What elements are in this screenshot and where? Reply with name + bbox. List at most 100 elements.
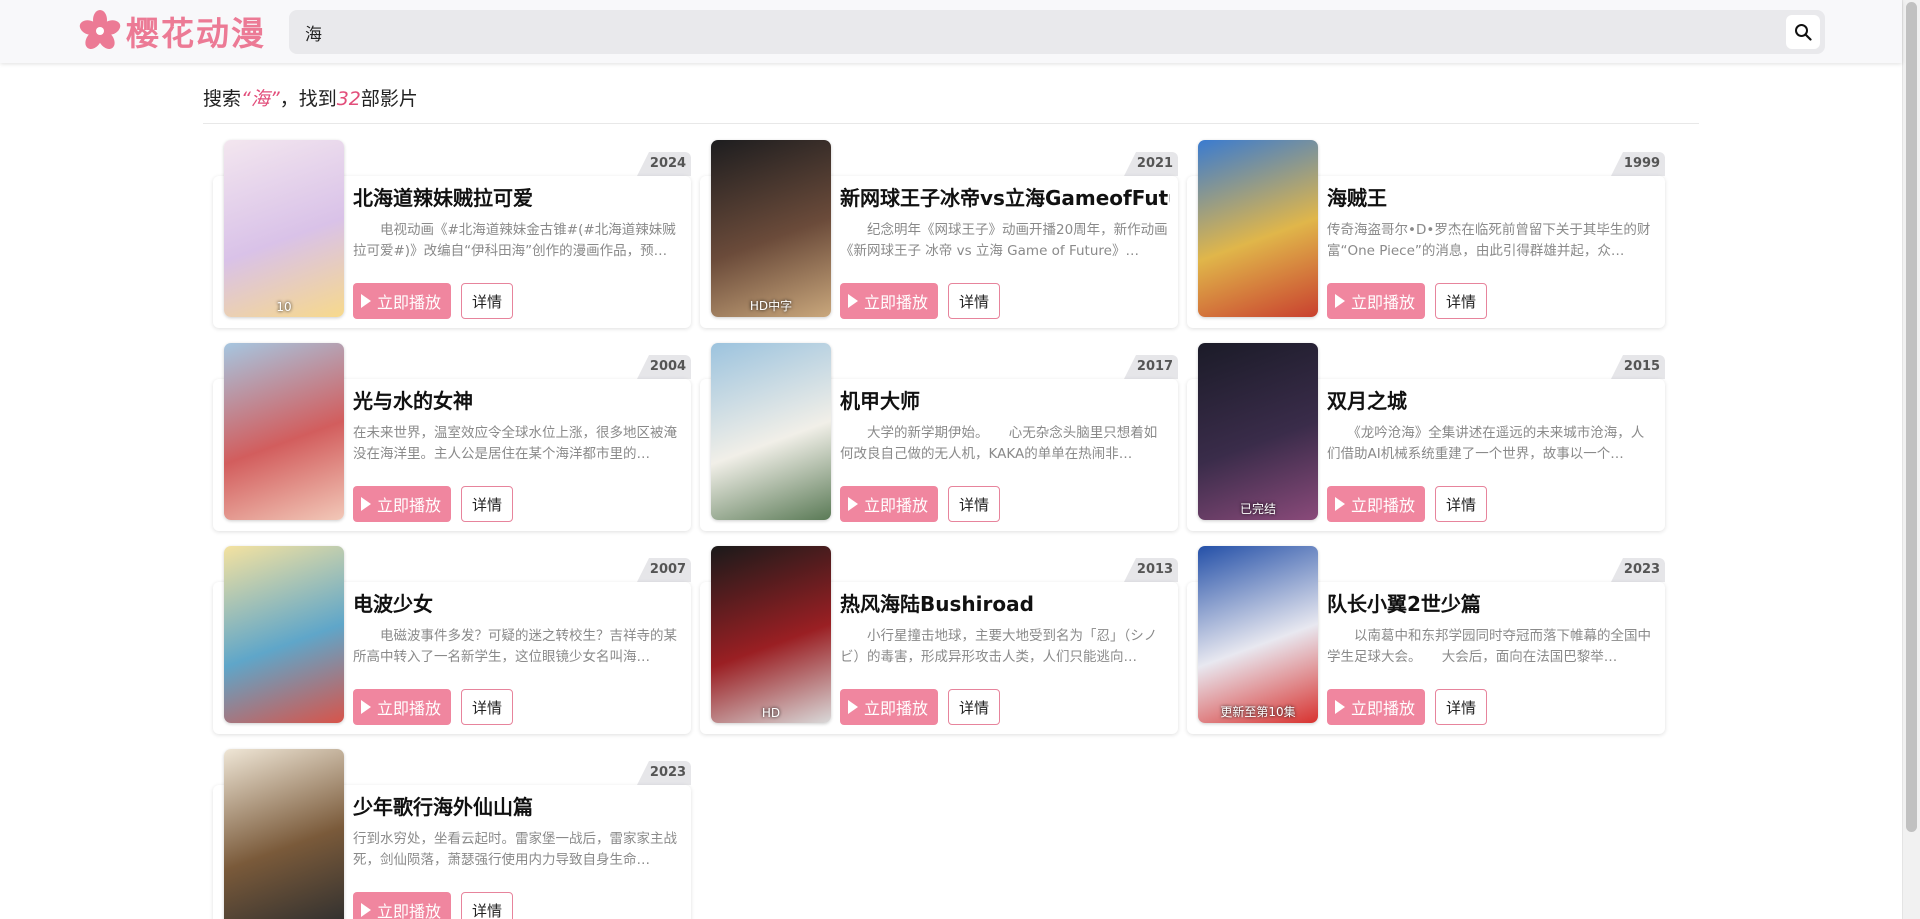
anime-description: 以南葛中和东邦学园同时夺冠而落下帷幕的全国中学生足球大会。 大会后，面向在法国巴… <box>1327 628 1651 665</box>
detail-label: 详情 <box>1446 495 1477 514</box>
anime-description: 行到水穷处，坐看云起时。雷家堡一战后，雷家家主战死，剑仙陨落，萧瑟强行使用内力导… <box>353 831 677 868</box>
play-now-button[interactable]: 立即播放 <box>353 283 452 319</box>
play-label: 立即播放 <box>377 496 442 515</box>
anime-description: 电视动画《#北海道辣妹金古锥#(#北海道辣妹贼拉可爱#)》改编自“伊科田海”创作… <box>353 222 676 259</box>
search-bar <box>289 10 1825 54</box>
card-actions: 立即播放 详情 <box>1327 689 1488 725</box>
detail-button[interactable]: 详情 <box>948 486 1001 522</box>
play-icon <box>361 903 371 917</box>
play-icon <box>1335 497 1345 511</box>
site-logo[interactable]: 樱花动漫 <box>78 9 266 53</box>
anime-card: 2004 光与水的女神 在未来世界，温室效应令全球水位上涨，很多地区被淹没在海洋… <box>213 340 691 543</box>
scrollbar[interactable] <box>1902 0 1920 919</box>
result-prefix: 搜索 <box>203 88 242 110</box>
year-badge: 2023 <box>637 761 691 785</box>
play-icon <box>361 294 371 308</box>
card-info: 队长小翼2世少篇 以南葛中和东邦学园同时夺冠而落下帷幕的全国中学生足球大会。 大… <box>1327 589 1657 668</box>
year-badge: 2024 <box>637 152 691 176</box>
play-now-button[interactable]: 立即播放 <box>353 689 452 725</box>
card-info: 热风海陆Bushiroad 小行星撞击地球，主要大地受到名为「忍」（シノビ）的毒… <box>840 589 1170 668</box>
card-info: 光与水的女神 在未来世界，温室效应令全球水位上涨，很多地区被淹没在海洋里。主人公… <box>353 386 683 465</box>
anime-description: 纪念明年《网球王子》动画开播20周年，新作动画《新网球王子 冰帝 vs 立海 G… <box>840 222 1168 259</box>
anime-title[interactable]: 双月之城 <box>1327 386 1657 416</box>
poster-image[interactable] <box>224 546 344 723</box>
poster-label: 已完结 <box>1239 502 1276 516</box>
play-now-button[interactable]: 立即播放 <box>353 892 452 919</box>
detail-label: 详情 <box>1446 292 1477 311</box>
scrollbar-thumb[interactable] <box>1906 2 1917 832</box>
anime-description: 在未来世界，温室效应令全球水位上涨，很多地区被淹没在海洋里。主人公是居住在某个海… <box>353 425 677 462</box>
card-actions: 立即播放 详情 <box>353 689 514 725</box>
anime-title[interactable]: 电波少女 <box>353 589 683 619</box>
anime-title[interactable]: 队长小翼2世少篇 <box>1327 589 1657 619</box>
anime-title[interactable]: 热风海陆Bushiroad <box>840 589 1170 619</box>
detail-label: 详情 <box>472 292 503 311</box>
play-label: 立即播放 <box>1351 293 1416 312</box>
anime-title[interactable]: 北海道辣妹贼拉可爱 <box>353 183 683 213</box>
card-actions: 立即播放 详情 <box>353 486 514 522</box>
search-button[interactable] <box>1786 15 1820 49</box>
poster-image[interactable]: HD中字 <box>711 140 831 317</box>
card-info: 双月之城 《龙吟沧海》全集讲述在遥远的未来城市沧海，人们借助AI机械系统重建了一… <box>1327 386 1657 465</box>
detail-label: 详情 <box>472 901 503 919</box>
year-badge: 2007 <box>637 558 691 582</box>
anime-title[interactable]: 光与水的女神 <box>353 386 683 416</box>
play-now-button[interactable]: 立即播放 <box>840 283 939 319</box>
play-icon <box>361 497 371 511</box>
poster-image[interactable] <box>224 343 344 520</box>
anime-card: 2013 HD 热风海陆Bushiroad 小行星撞击地球，主要大地受到名为「忍… <box>700 543 1178 746</box>
search-result-summary: 搜索“海”，找到32部影片 <box>203 84 418 111</box>
year-badge: 1999 <box>1611 152 1665 176</box>
detail-button[interactable]: 详情 <box>948 283 1001 319</box>
play-now-button[interactable]: 立即播放 <box>840 486 939 522</box>
year-badge: 2017 <box>1124 355 1178 379</box>
detail-label: 详情 <box>472 495 503 514</box>
detail-label: 详情 <box>1446 698 1477 717</box>
anime-card: 1999 海贼王 传奇海盗哥尔•D•罗杰在临死前曾留下关于其毕生的财富“One … <box>1187 137 1665 340</box>
play-label: 立即播放 <box>1351 699 1416 718</box>
poster-image[interactable]: 更新至第10集 <box>1198 546 1318 723</box>
detail-button[interactable]: 详情 <box>461 892 514 919</box>
anime-title[interactable]: 少年歌行海外仙山篇 <box>353 792 683 822</box>
poster-image[interactable]: HD <box>711 546 831 723</box>
poster-image[interactable] <box>1198 140 1318 317</box>
card-info: 电波少女 电磁波事件多发？可疑的迷之转校生？吉祥寺的某所高中转入了一名新学生，这… <box>353 589 683 668</box>
detail-button[interactable]: 详情 <box>1435 486 1488 522</box>
poster-image[interactable] <box>224 749 344 919</box>
detail-button[interactable]: 详情 <box>461 486 514 522</box>
detail-button[interactable]: 详情 <box>1435 283 1488 319</box>
detail-button[interactable]: 详情 <box>948 689 1001 725</box>
result-keyword: “海” <box>241 88 280 110</box>
detail-button[interactable]: 详情 <box>1435 689 1488 725</box>
poster-image[interactable] <box>711 343 831 520</box>
play-now-button[interactable]: 立即播放 <box>1327 486 1426 522</box>
anime-title[interactable]: 机甲大师 <box>840 386 1170 416</box>
anime-description: 传奇海盗哥尔•D•罗杰在临死前曾留下关于其毕生的财富“One Piece”的消息… <box>1327 222 1651 259</box>
divider <box>203 123 1699 124</box>
page: 樱花动漫 搜索“海”，找到32部影片 2024 10 北海道辣妹贼拉可爱 电视动… <box>0 0 1920 919</box>
poster-label: 10 <box>276 300 292 314</box>
search-input[interactable] <box>305 10 1765 54</box>
card-actions: 立即播放 详情 <box>353 283 514 319</box>
anime-title[interactable]: 新网球王子冰帝vs立海GameofFutu <box>840 183 1170 213</box>
anime-card: 2017 机甲大师 大学的新学期伊始。 心无杂念头脑里只想着如何改良自己做的无人… <box>700 340 1178 543</box>
detail-button[interactable]: 详情 <box>461 689 514 725</box>
play-label: 立即播放 <box>377 293 442 312</box>
card-info: 少年歌行海外仙山篇 行到水穷处，坐看云起时。雷家堡一战后，雷家家主战死，剑仙陨落… <box>353 792 683 871</box>
play-now-button[interactable]: 立即播放 <box>353 486 452 522</box>
anime-title[interactable]: 海贼王 <box>1327 183 1657 213</box>
detail-button[interactable]: 详情 <box>461 283 514 319</box>
poster-image[interactable]: 已完结 <box>1198 343 1318 520</box>
play-icon <box>848 294 858 308</box>
year-badge: 2021 <box>1124 152 1178 176</box>
play-now-button[interactable]: 立即播放 <box>1327 689 1426 725</box>
play-now-button[interactable]: 立即播放 <box>1327 283 1426 319</box>
play-label: 立即播放 <box>864 496 929 515</box>
year-badge: 2013 <box>1124 558 1178 582</box>
play-icon <box>848 700 858 714</box>
detail-label: 详情 <box>959 698 990 717</box>
poster-image[interactable]: 10 <box>224 140 344 317</box>
play-now-button[interactable]: 立即播放 <box>840 689 939 725</box>
card-actions: 立即播放 详情 <box>840 283 1001 319</box>
anime-card: 2015 已完结 双月之城 《龙吟沧海》全集讲述在遥远的未来城市沧海，人们借助A… <box>1187 340 1665 543</box>
